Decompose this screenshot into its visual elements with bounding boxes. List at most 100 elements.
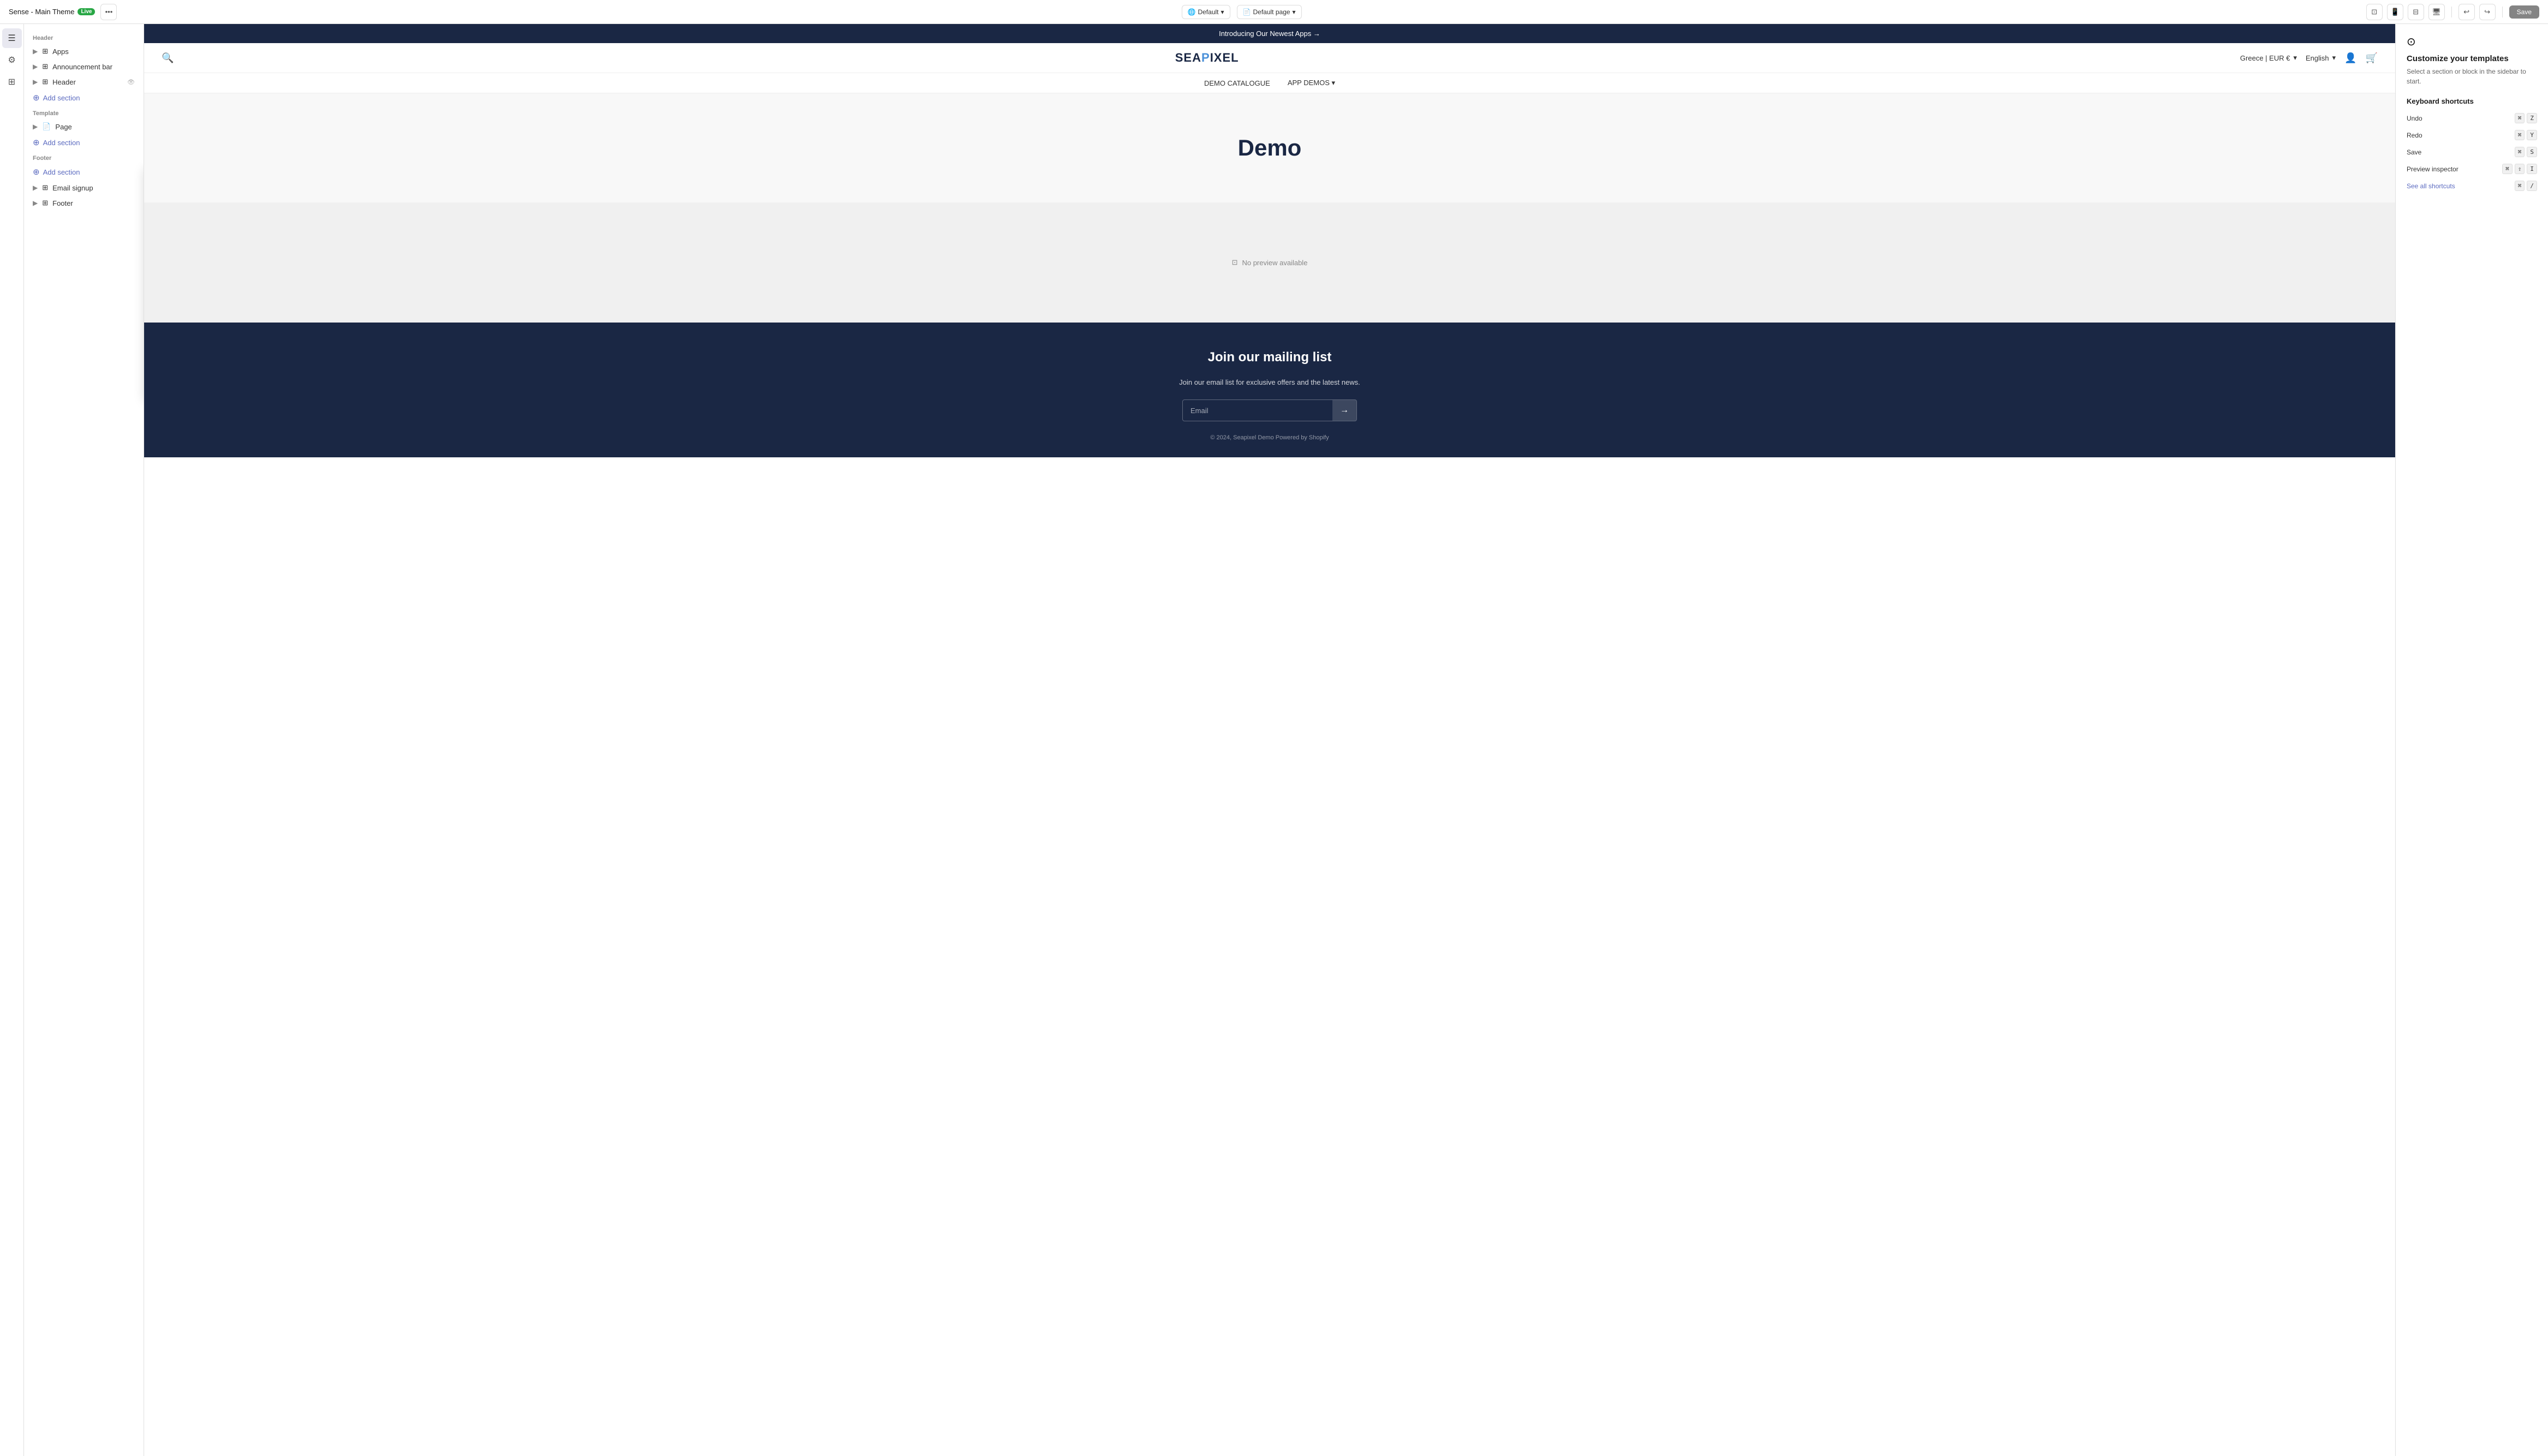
shortcut-redo: Redo ⌘ Y — [2407, 130, 2537, 140]
sidebar-apps-button[interactable]: ⊞ — [2, 72, 22, 92]
announcement-text: Introducing Our Newest Apps → — [1219, 29, 1320, 38]
locale-selector[interactable]: Greece | EUR € ▾ — [2240, 53, 2297, 62]
shortcut-preview-label: Preview inspector — [2407, 165, 2458, 173]
demo-title: Demo — [1238, 135, 1302, 161]
default-theme-button[interactable]: 🌐 Default ▾ — [1182, 5, 1230, 19]
announcement-icon: ⊞ — [42, 62, 48, 71]
footer-add-label: Add section — [43, 168, 80, 176]
panel-item-header[interactable]: ▶ ⊞ Header 👁 — [24, 74, 144, 89]
apps-expand-icon: ▶ — [33, 47, 38, 55]
theme-chevron-icon: ▾ — [1221, 8, 1224, 16]
template-add-section-button[interactable]: ⊕ Add section — [24, 134, 144, 151]
header-add-section-button[interactable]: ⊕ Add section — [24, 89, 144, 106]
header-section-label: Header — [24, 31, 144, 44]
left-panel: Header ▶ ⊞ Apps ▶ ⊞ Announcement bar ▶ ⊞… — [24, 24, 144, 1456]
topbar-separator — [2451, 7, 2452, 17]
redo-button[interactable]: ↪ — [2479, 4, 2496, 20]
no-preview-text: No preview available — [1242, 259, 1307, 267]
cart-icon[interactable]: 🛒 — [2366, 52, 2378, 64]
footer-add-section-button[interactable]: ⊕ Add section — [24, 164, 144, 180]
store-logo: SEAPIXEL — [1175, 51, 1239, 65]
kbd-i: I — [2527, 164, 2537, 174]
page-chevron-icon: ▾ — [1293, 8, 1296, 16]
locale-text: Greece | EUR € — [2240, 54, 2290, 62]
header-eye-icon[interactable]: 👁 — [127, 79, 135, 86]
default-page-button[interactable]: 📄 Default page ▾ — [1237, 5, 1302, 19]
footer-title: Join our mailing list — [1208, 350, 1332, 365]
email-label: Email signup — [52, 184, 93, 192]
customize-icon: ⊙ — [2407, 35, 2537, 49]
announcement-expand-icon: ▶ — [33, 63, 38, 70]
nav-demo-catalogue[interactable]: DEMO CATALOGUE — [1204, 79, 1270, 87]
kbd-slash: / — [2527, 181, 2537, 191]
locale-chevron: ▾ — [2293, 53, 2297, 62]
sidebar-sections-button[interactable]: ☰ — [2, 28, 22, 48]
language-chevron: ▾ — [2332, 53, 2336, 62]
nav-app-demos[interactable]: APP DEMOS — [1288, 79, 1335, 87]
preview-frame: Introducing Our Newest Apps → 🔍 SEAPIXEL… — [144, 24, 2395, 1456]
tablet-icon-button[interactable]: ⊟ — [2408, 4, 2424, 20]
panel-item-apps[interactable]: ▶ ⊞ Apps — [24, 44, 144, 59]
page-icon: 📄 — [42, 122, 51, 131]
mobile-icon-button[interactable]: 📱 — [2387, 4, 2403, 20]
theme-label: Default — [1198, 8, 1218, 16]
right-panel-subtitle: Select a section or block in the sidebar… — [2407, 67, 2537, 86]
kbd-z: Z — [2527, 113, 2537, 123]
topbar: Sense - Main Theme Live ••• 🌐 Default ▾ … — [0, 0, 2548, 24]
shortcuts-title: Keyboard shortcuts — [2407, 97, 2537, 105]
right-panel-header: ⊙ Customize your templates Select a sect… — [2407, 35, 2537, 86]
template-add-label: Add section — [43, 139, 80, 147]
language-selector[interactable]: English ▾ — [2306, 53, 2336, 62]
shortcuts-section: Keyboard shortcuts Undo ⌘ Z Redo ⌘ Y Sav… — [2407, 97, 2537, 191]
header-add-icon: ⊕ — [33, 93, 40, 103]
more-options-button[interactable]: ••• — [100, 4, 117, 20]
logo-highlight: P — [1201, 51, 1210, 64]
search-nav-icon[interactable]: 🔍 — [162, 52, 174, 64]
footer-email-input[interactable] — [1183, 400, 1332, 421]
shortcut-see-all-keys: ⌘ / — [2515, 181, 2537, 191]
announcement-label: Announcement bar — [52, 63, 112, 71]
header-icon: ⊞ — [42, 77, 48, 86]
no-preview-message: ⊡ No preview available — [1232, 258, 1308, 267]
panel-item-announcement[interactable]: ▶ ⊞ Announcement bar — [24, 59, 144, 74]
announcement-bar: Introducing Our Newest Apps → — [144, 24, 2395, 43]
footer-icon: ⊞ — [42, 199, 48, 207]
footer-email-form: → — [1182, 399, 1357, 421]
right-panel-title: Customize your templates — [2407, 54, 2537, 63]
devices-icon-button[interactable]: ⊡ — [2366, 4, 2383, 20]
right-panel: ⊙ Customize your templates Select a sect… — [2395, 24, 2548, 1456]
desktop-icon-button[interactable]: 🖥 — [2428, 4, 2445, 20]
topbar-left: Sense - Main Theme Live ••• — [9, 4, 117, 20]
page-label: Default page — [1253, 8, 1290, 16]
kbd-cmd: ⌘ — [2515, 181, 2525, 191]
live-badge: Live — [78, 8, 95, 15]
see-all-shortcuts-link[interactable]: See all shortcuts — [2407, 182, 2455, 190]
topbar-center: 🌐 Default ▾ 📄 Default page ▾ — [1182, 5, 1302, 19]
header-add-label: Add section — [43, 94, 80, 102]
footer-email-submit-button[interactable]: → — [1332, 400, 1356, 421]
theme-globe-icon: 🌐 — [1188, 8, 1196, 16]
email-expand-icon: ▶ — [33, 184, 38, 192]
demo-content: Demo — [144, 93, 2395, 202]
main-preview: Introducing Our Newest Apps → 🔍 SEAPIXEL… — [144, 24, 2395, 1456]
shortcut-preview-keys: ⌘ ⇧ I — [2502, 164, 2537, 174]
footer-section-label: Footer — [24, 151, 144, 164]
panel-item-page[interactable]: ▶ 📄 Page — [24, 119, 144, 134]
header-label: Header — [52, 78, 76, 86]
kbd-cmd: ⌘ — [2515, 113, 2525, 123]
panel-item-email-signup[interactable]: ▶ ⊞ Email signup — [24, 180, 144, 195]
kbd-y: Y — [2527, 130, 2537, 140]
store-footer: Join our mailing list Join our email lis… — [144, 323, 2395, 457]
footer-item-label: Footer — [52, 199, 73, 207]
undo-button[interactable]: ↩ — [2458, 4, 2475, 20]
shortcut-redo-keys: ⌘ Y — [2515, 130, 2537, 140]
shortcut-save: Save ⌘ S — [2407, 147, 2537, 157]
account-icon[interactable]: 👤 — [2344, 52, 2356, 64]
shortcut-save-keys: ⌘ S — [2515, 147, 2537, 157]
save-button[interactable]: Save — [2509, 5, 2539, 19]
store-main-nav: DEMO CATALOGUE APP DEMOS — [144, 73, 2395, 93]
panel-item-footer[interactable]: ▶ ⊞ Footer — [24, 195, 144, 211]
template-section-label: Template — [24, 106, 144, 119]
language-text: English — [2306, 54, 2329, 62]
sidebar-settings-button[interactable]: ⚙ — [2, 50, 22, 70]
